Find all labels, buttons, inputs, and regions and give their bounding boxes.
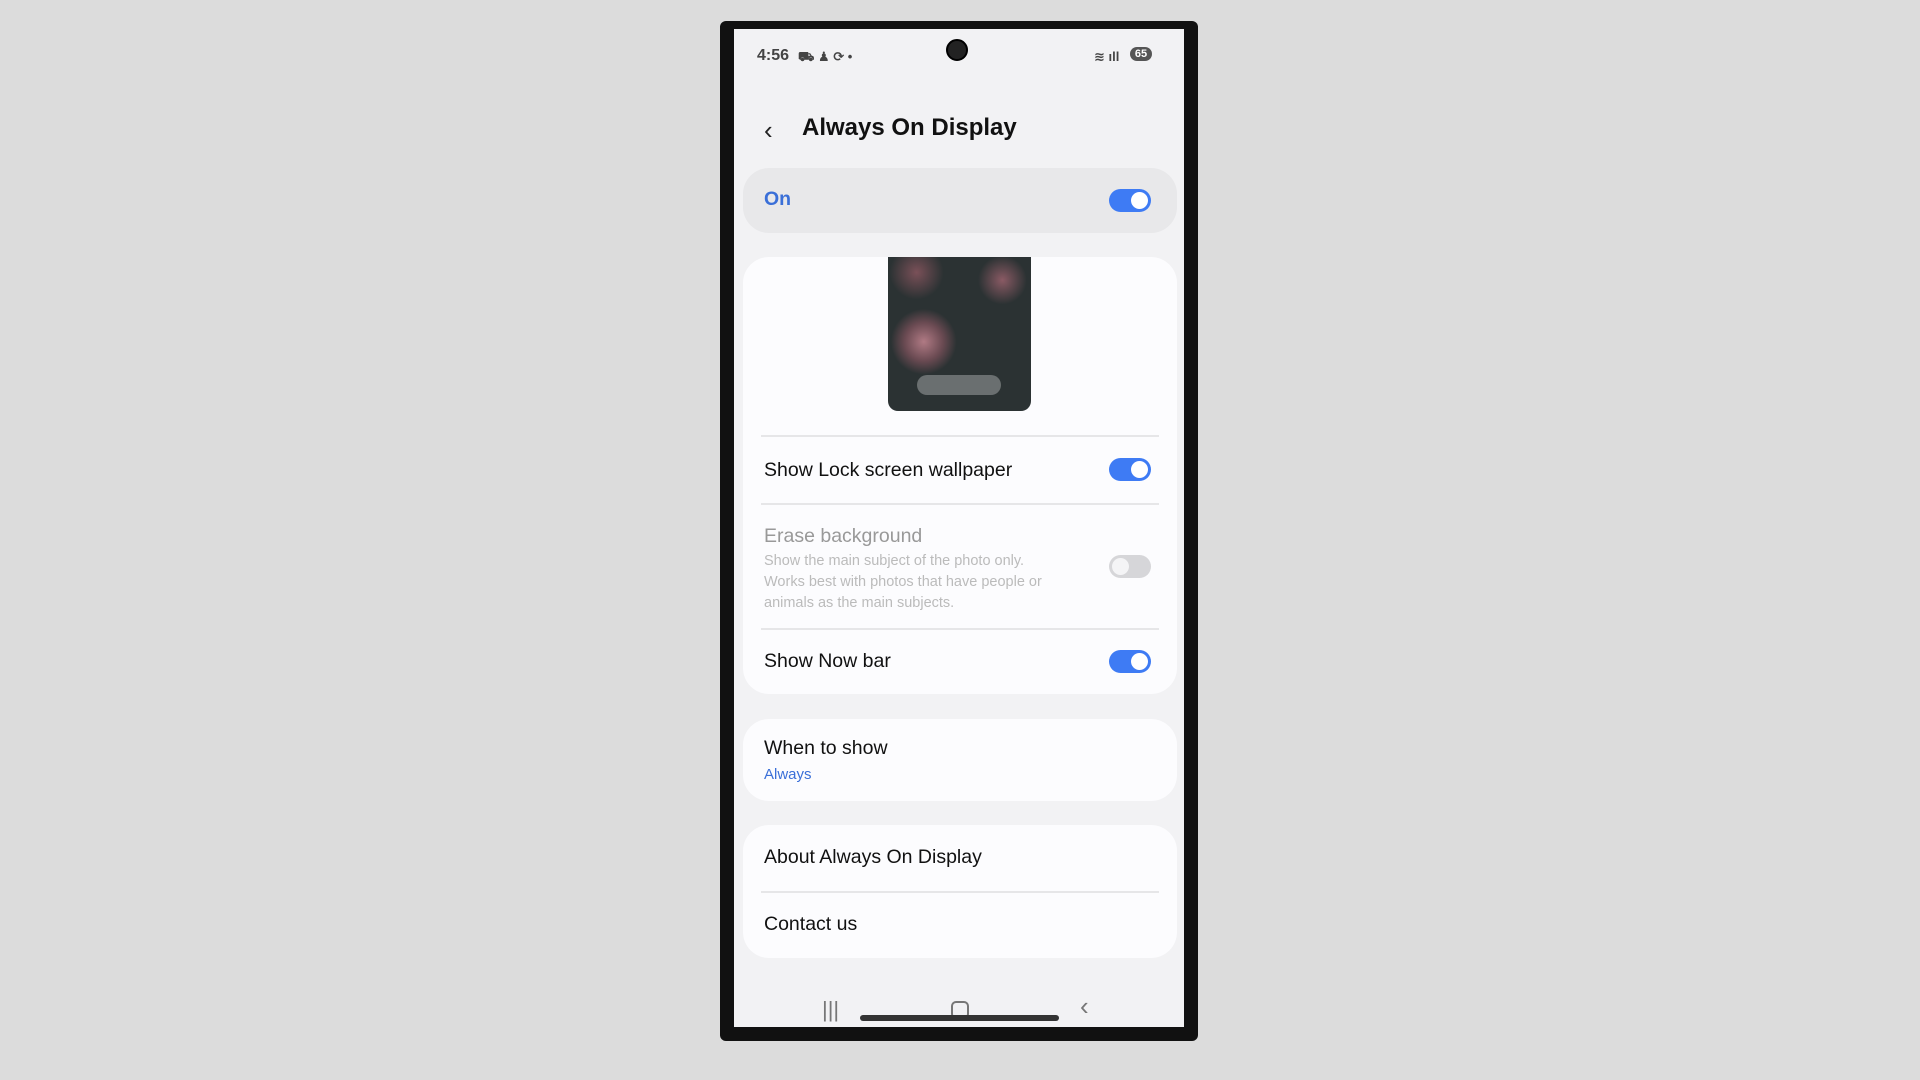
links-card: About Always On Display Contact us bbox=[743, 825, 1177, 958]
description-line: Works best with photos that have people … bbox=[764, 574, 1042, 590]
description-line: animals as the main subjects. bbox=[764, 595, 955, 611]
master-switch-row[interactable]: On bbox=[743, 168, 1177, 233]
show-now-bar-toggle[interactable] bbox=[1109, 650, 1151, 673]
page-title: Always On Display bbox=[802, 114, 1017, 141]
wifi-signal-icon: ≋ ıll bbox=[1094, 49, 1120, 64]
when-to-show-label: When to show bbox=[764, 737, 888, 759]
when-to-show-value: Always bbox=[764, 766, 812, 783]
show-now-bar-row[interactable]: Show Now bar bbox=[743, 630, 1177, 694]
divider bbox=[761, 891, 1159, 893]
setting-label: Show Now bar bbox=[764, 650, 891, 672]
erase-background-row[interactable]: Erase background Show the main subject o… bbox=[743, 505, 1177, 629]
notification-icons: ⛟ ♟ ⟳ • bbox=[798, 49, 853, 64]
show-wallpaper-row[interactable]: Show Lock screen wallpaper bbox=[743, 437, 1177, 503]
now-bar-preview bbox=[917, 375, 1001, 395]
aod-preview-image bbox=[888, 257, 1031, 411]
recents-button[interactable]: ||| bbox=[822, 997, 839, 1023]
setting-label: Erase background bbox=[764, 525, 923, 547]
contact-us-link[interactable]: Contact us bbox=[764, 913, 857, 936]
setting-label: Show Lock screen wallpaper bbox=[764, 459, 1013, 481]
camera-cutout bbox=[946, 39, 968, 61]
when-to-show-row[interactable]: When to show Always bbox=[743, 719, 1177, 801]
status-time: 4:56 bbox=[757, 47, 790, 64]
description-line: Show the main subject of the photo only. bbox=[764, 553, 1025, 569]
back-button[interactable]: ‹ bbox=[764, 115, 773, 146]
nav-back-button[interactable]: ‹ bbox=[1080, 991, 1089, 1022]
master-switch-label: On bbox=[764, 188, 792, 210]
show-wallpaper-toggle[interactable] bbox=[1109, 458, 1151, 481]
settings-card: Show Lock screen wallpaper Erase backgro… bbox=[743, 257, 1177, 694]
screen: 4:56 ⛟ ♟ ⟳ • ≋ ıll 65 ‹ Always On Displa… bbox=[734, 29, 1184, 1027]
master-toggle[interactable] bbox=[1109, 189, 1151, 212]
home-indicator[interactable] bbox=[860, 1015, 1059, 1021]
about-link[interactable]: About Always On Display bbox=[764, 846, 982, 869]
battery-icon: 65 bbox=[1130, 47, 1152, 61]
erase-background-toggle[interactable] bbox=[1109, 555, 1151, 578]
